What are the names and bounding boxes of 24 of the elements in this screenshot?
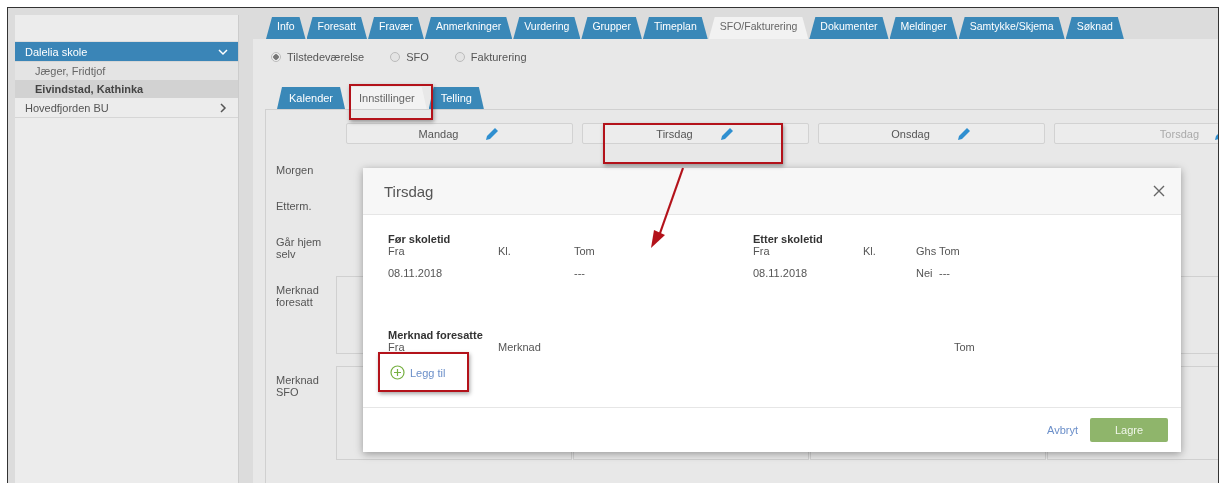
row-label: Merknad SFO [276,373,320,400]
section-title: Før skoletid [388,233,452,245]
row-label: Går hjem selv [276,235,323,262]
column-header: Tom [954,341,976,353]
column-header: Fra [753,245,771,259]
section-title: Etter skoletid [753,233,824,245]
table-cell-text: 08.11.2018 [388,267,444,281]
column-header: Tom [574,245,596,259]
section-title: Merknad foresatte [388,329,484,341]
column-header: Tom [939,245,961,259]
column-header: Kl. [863,245,877,259]
row-label: Morgen [276,163,315,178]
row-label: Etterm. [276,199,313,214]
table-cell-text: --- [939,267,951,281]
table-cell-text: Nei [916,267,934,281]
column-header: Fra [388,341,406,353]
row-label: Merknad foresatt [276,283,320,310]
column-header: Merknad [498,341,542,353]
table-cell-text: --- [574,267,586,281]
table-cell-text: 08.11.2018 [753,267,809,281]
dialog-title: Tirsdag [384,182,434,200]
column-header: Ghs [916,245,938,259]
column-header: Fra [388,245,406,259]
column-header: Kl. [498,245,512,259]
